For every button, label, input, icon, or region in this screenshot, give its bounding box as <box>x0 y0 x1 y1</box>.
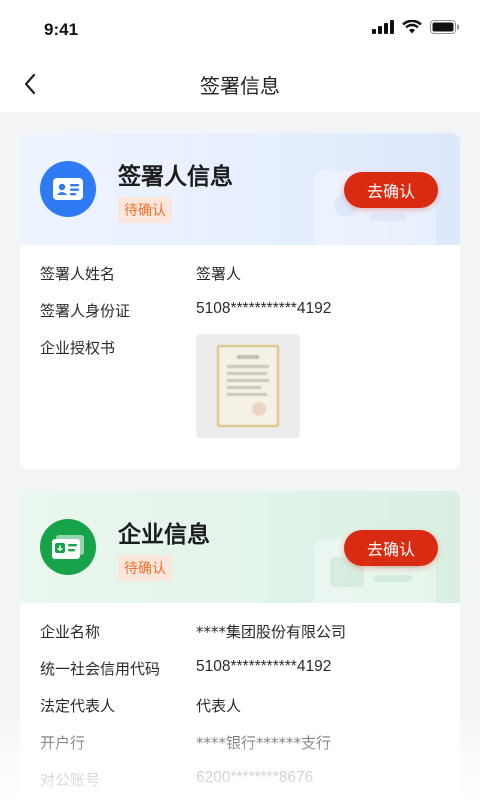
signer-card-title: 签署人信息 <box>118 164 233 190</box>
signer-card-header: 签署人信息 待确认 去确认 <box>20 133 460 245</box>
status-badge: 待确认 <box>118 197 172 223</box>
company-info-list: 企业名称 ****集团股份有限公司 统一社会信用代码 5108*********… <box>40 621 440 800</box>
bank-label: 开户行 <box>40 734 86 752</box>
status-time: 9:41 <box>44 20 79 39</box>
id-card-icon <box>53 178 83 200</box>
signer-confirm-button[interactable]: 去确认 <box>344 172 438 208</box>
nav-bar: 签署信息 <box>0 56 480 112</box>
bank-value: ****银行******支行 <box>196 734 332 752</box>
signer-name-label: 签署人姓名 <box>40 265 116 283</box>
info-row: 法定代表人 代表人 <box>40 695 440 732</box>
account-value: 6200********8676 <box>196 769 314 786</box>
credit-code-label: 统一社会信用代码 <box>40 660 161 678</box>
page-title: 签署信息 <box>200 74 280 98</box>
account-label: 对公账号 <box>40 771 101 789</box>
info-row: 企业名称 ****集团股份有限公司 <box>40 621 440 658</box>
battery-icon <box>430 20 459 34</box>
company-name-value: ****集团股份有限公司 <box>196 623 347 641</box>
signer-info-card: 签署人信息 待确认 去确认 签署人姓名 签署人 签署人身份证 5108*****… <box>20 133 460 469</box>
signal-icon <box>372 20 394 34</box>
signer-avatar <box>40 161 96 217</box>
legal-rep-value: 代表人 <box>196 697 242 715</box>
status-bar: 9:41 <box>0 0 480 56</box>
company-card-title: 企业信息 <box>118 522 210 548</box>
company-avatar <box>40 519 96 575</box>
info-row: 对公账号 6200********8676 <box>40 769 440 800</box>
authorization-letter-thumbnail[interactable] <box>196 334 300 438</box>
legal-rep-label: 法定代表人 <box>40 697 116 715</box>
signer-name-value: 签署人 <box>196 265 242 283</box>
company-card-icon <box>52 535 84 559</box>
company-name-label: 企业名称 <box>40 623 101 641</box>
info-row: 签署人姓名 签署人 <box>40 263 440 300</box>
signer-id-value: 5108***********4192 <box>196 300 332 317</box>
company-info-card: 企业信息 待确认 去确认 企业名称 ****集团股份有限公司 统一社会信用代码 … <box>20 491 460 800</box>
info-row: 统一社会信用代码 5108***********4192 <box>40 658 440 695</box>
info-row: 签署人身份证 5108***********4192 <box>40 300 440 337</box>
company-card-header: 企业信息 待确认 去确认 <box>20 491 460 603</box>
signer-id-label: 签署人身份证 <box>40 302 131 320</box>
document-image <box>217 345 279 427</box>
status-icons <box>372 20 460 34</box>
status-badge: 待确认 <box>118 555 172 581</box>
authorization-label: 企业授权书 <box>40 339 116 357</box>
info-row: 开户行 ****银行******支行 <box>40 732 440 769</box>
credit-code-value: 5108***********4192 <box>196 658 332 675</box>
company-confirm-button[interactable]: 去确认 <box>344 530 438 566</box>
wifi-icon <box>402 20 422 34</box>
